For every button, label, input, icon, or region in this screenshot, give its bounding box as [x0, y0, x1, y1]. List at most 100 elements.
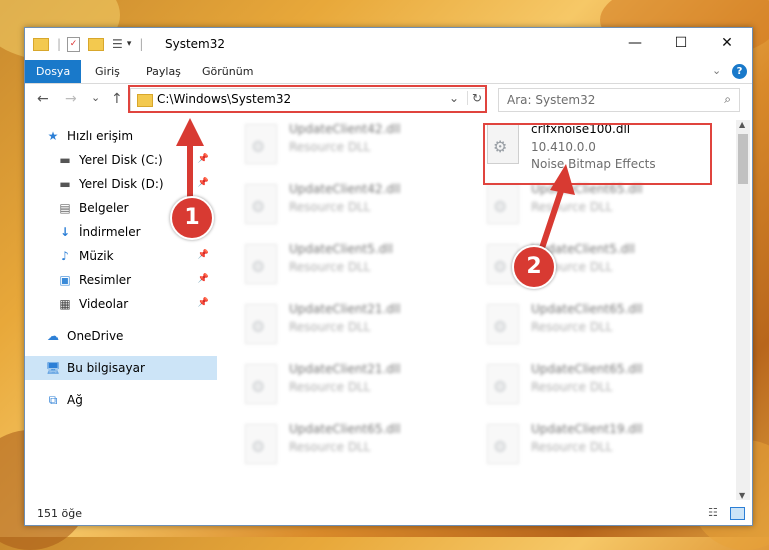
- file-item[interactable]: ⚙ UpdateClient65.dll Resource DLL: [241, 420, 471, 480]
- file-item[interactable]: ⚙ UpdateClient42.dll Resource DLL: [241, 120, 471, 180]
- dll-file-icon: ⚙: [245, 424, 277, 464]
- up-icon[interactable]: ↑: [111, 91, 123, 107]
- tab-view[interactable]: Görünüm: [191, 60, 264, 83]
- file-item[interactable]: ⚙ UpdateClient65.dll Resource DLL: [483, 360, 713, 420]
- item-count: 151 öğe: [37, 507, 82, 520]
- pin-icon[interactable]: 📌: [198, 154, 209, 164]
- pin-icon[interactable]: 📌: [198, 178, 209, 188]
- forward-icon[interactable]: →: [65, 91, 77, 107]
- sidebar-item-label: Yerel Disk (C:): [79, 153, 163, 167]
- scroll-down-icon[interactable]: ▼: [739, 491, 745, 500]
- properties-icon[interactable]: ✓: [67, 36, 81, 52]
- ribbon-expand-icon[interactable]: ⌄: [712, 64, 721, 77]
- folder-icon[interactable]: [33, 37, 49, 51]
- file-description: Resource DLL: [531, 200, 613, 214]
- file-item[interactable]: ⚙ UpdateClient5.dll Resource DLL: [241, 240, 471, 300]
- dll-file-icon: ⚙: [245, 124, 277, 164]
- details-view-icon[interactable]: ☷: [708, 506, 718, 519]
- scroll-up-icon[interactable]: ▲: [739, 120, 745, 129]
- computer-icon: 🖥: [45, 361, 61, 375]
- sidebar-item-videos[interactable]: ▦ Videolar 📌: [25, 292, 217, 316]
- dll-file-icon: ⚙: [487, 184, 519, 224]
- dll-file-icon: ⚙: [487, 424, 519, 464]
- sidebar-item-onedrive[interactable]: ☁ OneDrive: [25, 324, 217, 348]
- sidebar-item-music[interactable]: ♪ Müzik 📌: [25, 244, 217, 268]
- sidebar-item-label: Bu bilgisayar: [67, 361, 145, 375]
- file-name: UpdateClient65.dll: [531, 362, 643, 376]
- quick-access-toolbar: | ✓ ☰ ▾ |: [33, 36, 143, 52]
- music-icon: ♪: [61, 249, 69, 263]
- sidebar-item-label: OneDrive: [67, 329, 124, 343]
- status-bar: 151 öğe ☷: [25, 503, 752, 525]
- sidebar-item-label: Ağ: [67, 393, 83, 407]
- annotation-badge-1: 1: [170, 196, 214, 240]
- recent-locations-icon[interactable]: ⌄: [91, 91, 100, 104]
- close-button[interactable]: ✕: [704, 28, 750, 58]
- sidebar-item-pictures[interactable]: ▣ Resimler 📌: [25, 268, 217, 292]
- pin-icon[interactable]: 📌: [198, 250, 209, 260]
- sidebar-item-network[interactable]: ⧉ Ağ: [25, 388, 217, 412]
- pin-icon[interactable]: 📌: [198, 298, 209, 308]
- file-item[interactable]: ⚙ UpdateClient21.dll Resource DLL: [241, 360, 471, 420]
- file-description: Resource DLL: [289, 320, 371, 334]
- customize-dropdown-icon[interactable]: ▾: [127, 39, 132, 49]
- sidebar-item-label: Müzik: [79, 249, 114, 263]
- tab-share[interactable]: Paylaş: [135, 60, 192, 83]
- navigation-pane: ★ Hızlı erişim ▬ Yerel Disk (C:) 📌 ▬ Yer…: [25, 124, 217, 504]
- new-folder-icon[interactable]: [88, 37, 105, 51]
- file-description: Resource DLL: [289, 200, 371, 214]
- dll-file-icon: ⚙: [245, 244, 277, 284]
- search-placeholder: Ara: System32: [507, 93, 596, 107]
- tab-home[interactable]: Giriş: [84, 60, 131, 83]
- sidebar-item-local-disk-c[interactable]: ▬ Yerel Disk (C:) 📌: [25, 148, 217, 172]
- dll-file-icon: ⚙: [487, 304, 519, 344]
- minimize-button[interactable]: —: [612, 28, 658, 58]
- title-bar: | ✓ ☰ ▾ | System32 — ☐ ✕: [25, 28, 752, 60]
- file-item[interactable]: ⚙ UpdateClient42.dll Resource DLL: [241, 180, 471, 240]
- view-icon[interactable]: ☰: [112, 37, 123, 51]
- file-description: Resource DLL: [289, 380, 371, 394]
- sidebar-item-label: Resimler: [79, 273, 132, 287]
- file-name: UpdateClient42.dll: [289, 122, 401, 136]
- file-name: UpdateClient19.dll: [531, 422, 643, 436]
- file-description: Resource DLL: [531, 320, 613, 334]
- back-icon[interactable]: ←: [37, 91, 49, 107]
- video-icon: ▦: [59, 297, 71, 311]
- maximize-button[interactable]: ☐: [658, 28, 704, 58]
- file-item[interactable]: ⚙ UpdateClient65.dll Resource DLL: [483, 180, 713, 240]
- document-icon: ▤: [59, 201, 71, 215]
- scrollbar-thumb[interactable]: [738, 134, 748, 184]
- file-description: Resource DLL: [289, 260, 371, 274]
- address-bar-highlight: [128, 85, 487, 113]
- file-name: UpdateClient21.dll: [289, 362, 401, 376]
- file-description: Resource DLL: [289, 440, 371, 454]
- file-item[interactable]: ⚙ UpdateClient21.dll Resource DLL: [241, 300, 471, 360]
- dll-file-icon: ⚙: [245, 304, 277, 344]
- sidebar-item-quick-access[interactable]: ★ Hızlı erişim: [25, 124, 217, 148]
- file-item[interactable]: ⚙ UpdateClient19.dll Resource DLL: [483, 420, 713, 480]
- file-name: UpdateClient42.dll: [289, 182, 401, 196]
- tab-file[interactable]: Dosya: [25, 60, 82, 83]
- file-name: UpdateClient65.dll: [289, 422, 401, 436]
- large-icons-view-icon[interactable]: [730, 507, 745, 520]
- download-icon: ↓: [59, 225, 71, 239]
- sidebar-item-this-pc[interactable]: 🖥 Bu bilgisayar: [25, 356, 217, 380]
- search-input[interactable]: Ara: System32 ⌕: [498, 88, 740, 112]
- dll-file-icon: ⚙: [245, 184, 277, 224]
- sidebar-item-label: Hızlı erişim: [67, 129, 134, 143]
- sidebar-item-local-disk-d[interactable]: ▬ Yerel Disk (D:) 📌: [25, 172, 217, 196]
- drive-icon: ▬: [59, 177, 71, 191]
- sidebar-item-label: Videolar: [79, 297, 129, 311]
- window-title: System32: [165, 37, 226, 51]
- search-icon: ⌕: [724, 92, 731, 106]
- file-description: Resource DLL: [289, 140, 371, 154]
- network-icon: ⧉: [48, 393, 58, 407]
- pin-icon[interactable]: 📌: [198, 274, 209, 284]
- help-icon[interactable]: ?: [732, 64, 747, 79]
- file-description: Resource DLL: [531, 380, 613, 394]
- file-item[interactable]: ⚙ UpdateClient65.dll Resource DLL: [483, 300, 713, 360]
- annotation-badge-2: 2: [512, 245, 556, 289]
- sidebar-item-label: Belgeler: [79, 201, 129, 215]
- sidebar-item-label: Yerel Disk (D:): [79, 177, 164, 191]
- vertical-scrollbar[interactable]: ▲ ▼: [736, 120, 750, 500]
